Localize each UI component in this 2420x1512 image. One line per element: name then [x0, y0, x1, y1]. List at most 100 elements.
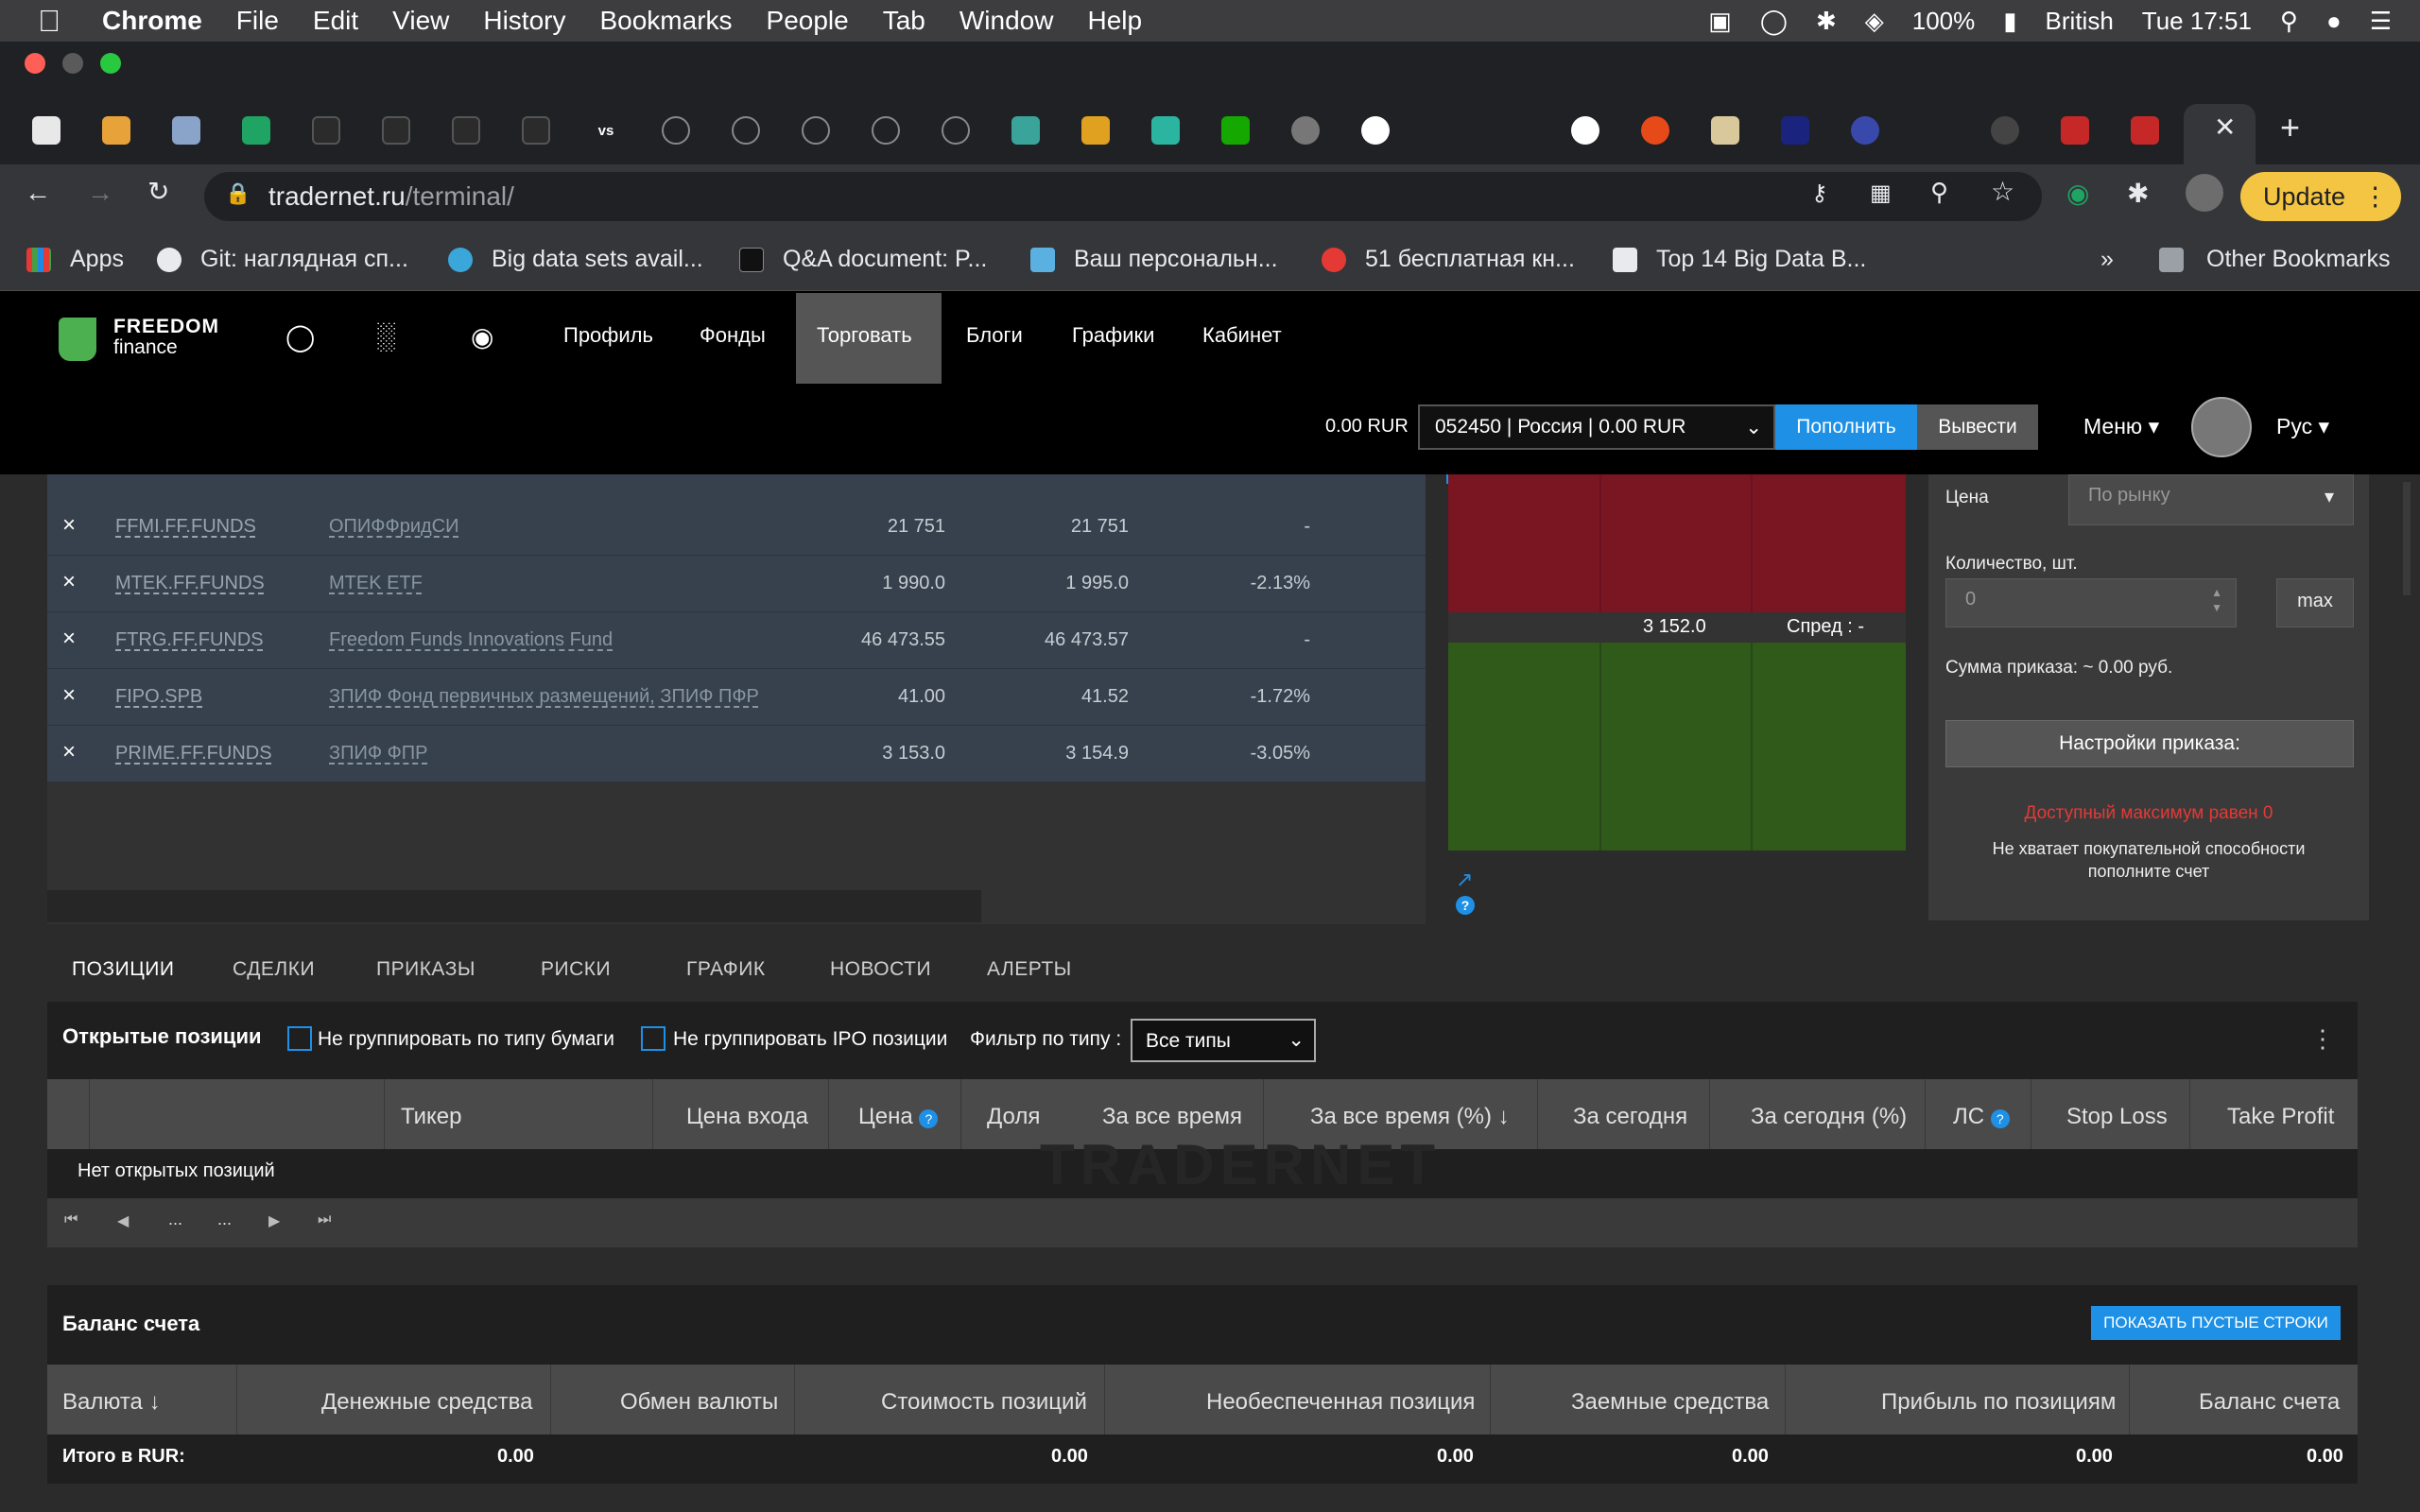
col-all-time-pct[interactable]: За все время (%) ↓	[1310, 1104, 1510, 1130]
p-tab-icon[interactable]	[1641, 116, 1669, 145]
col-price[interactable]: Цена ?	[858, 1104, 939, 1130]
col-borrowed[interactable]: Заемные средства	[1571, 1389, 1769, 1416]
menu-view[interactable]: View	[392, 6, 449, 36]
github-tab-icon[interactable]	[452, 116, 480, 145]
depth-buy-area[interactable]	[1448, 643, 1906, 850]
hg-tab-icon[interactable]	[1921, 116, 1949, 145]
seal-tab-icon[interactable]	[1851, 116, 1879, 145]
watchlist-row[interactable]: × PRIME.FF.FUNDS ЗПИФ ФПР 3 153.0 3 154.…	[47, 726, 1426, 782]
tab-positions[interactable]: ПОЗИЦИИ	[72, 958, 174, 981]
watchlist-row[interactable]: × FIPO.SPB ЗПИФ Фонд первичных размещени…	[47, 669, 1426, 726]
upwork-tab-icon[interactable]	[1221, 116, 1250, 145]
star-bookmark-icon[interactable]	[1030, 248, 1055, 272]
group-ipo-checkbox[interactable]	[641, 1026, 666, 1051]
circle-tab-icon[interactable]	[1991, 116, 2019, 145]
nav-funds[interactable]: Фонды	[700, 323, 766, 348]
close-tab-icon[interactable]: ✕	[2214, 112, 2236, 143]
more-options-icon[interactable]: ⋮	[2310, 1024, 2335, 1054]
remove-row-icon[interactable]: ×	[62, 739, 76, 765]
bookmark-books[interactable]: 51 бесплатная кн...	[1365, 246, 1575, 273]
bookmarks-overflow[interactable]: »	[2100, 246, 2114, 273]
globe-bookmark-icon[interactable]	[157, 248, 182, 272]
shield-tab-icon[interactable]	[1711, 116, 1739, 145]
tab-orders[interactable]: ПРИКАЗЫ	[376, 958, 475, 981]
withdraw-button[interactable]: Вывести	[1917, 404, 2038, 450]
max-button[interactable]: max	[2276, 578, 2354, 627]
remove-row-icon[interactable]: ×	[62, 682, 76, 709]
battery-icon[interactable]: ▮	[2003, 7, 2016, 36]
menu-history[interactable]: History	[483, 6, 565, 36]
order-settings-button[interactable]: Настройки приказа:	[1945, 720, 2354, 767]
col-balance[interactable]: Баланс счета	[2199, 1389, 2340, 1416]
input-source[interactable]: British	[2046, 7, 2114, 36]
col-today-pct[interactable]: За сегодня (%)	[1751, 1104, 1907, 1130]
w-bookmark-icon[interactable]	[739, 248, 764, 272]
group-by-type-label[interactable]: Не группировать по типу бумаги	[318, 1028, 614, 1051]
g-tab-icon[interactable]	[1431, 116, 1460, 145]
col-ticker[interactable]: Тикер	[401, 1104, 461, 1130]
nav-trade[interactable]: Торговать	[817, 323, 912, 348]
menu-dropdown[interactable]: Меню ▾	[2083, 414, 2159, 439]
chat-icon[interactable]: ◯	[285, 321, 315, 352]
openai-tab-icon[interactable]	[942, 116, 970, 145]
help-icon[interactable]: ?	[1456, 896, 1475, 915]
bookmark-qa[interactable]: Q&A document: P...	[783, 246, 987, 273]
nav-charts[interactable]: Графики	[1072, 323, 1154, 348]
watchlist-row[interactable]: × MTEK.FF.FUNDS MTEK ETF 1 990.0 1 995.0…	[47, 556, 1426, 612]
tab-risks[interactable]: РИСКИ	[541, 958, 611, 981]
watchlist-row[interactable]: × FFMI.FF.FUNDS ОПИФФридСИ 21 751 21 751…	[47, 499, 1426, 556]
hbr-tab-icon[interactable]	[2131, 116, 2159, 145]
openai-tab-icon[interactable]	[662, 116, 690, 145]
atom-bookmark-icon[interactable]	[448, 248, 473, 272]
box-tab-icon[interactable]	[102, 116, 130, 145]
menu-bookmarks[interactable]: Bookmarks	[599, 6, 732, 36]
col-today[interactable]: За сегодня	[1573, 1104, 1687, 1130]
logo-text[interactable]: FREEDOM	[113, 316, 219, 338]
page-scrollbar[interactable]	[2403, 482, 2411, 595]
reload-icon[interactable]: ↻	[147, 176, 169, 207]
display-icon[interactable]: ▣	[1708, 7, 1732, 36]
freedom-logo-icon[interactable]	[59, 318, 96, 361]
github-tab-icon[interactable]	[382, 116, 410, 145]
bookmark-personal[interactable]: Ваш персональн...	[1074, 246, 1278, 273]
col-currency[interactable]: Валюта ↓	[62, 1389, 161, 1416]
row-ticker[interactable]: FTRG.FF.FUNDS	[115, 629, 264, 651]
group-ipo-label[interactable]: Не группировать IPO позиции	[673, 1028, 947, 1051]
hbr-tab-icon[interactable]	[2061, 116, 2089, 145]
col-ls[interactable]: ЛС ?	[1953, 1104, 2010, 1130]
group-by-type-checkbox[interactable]	[287, 1026, 312, 1051]
nav-blogs[interactable]: Блоги	[966, 323, 1023, 348]
app-menu[interactable]: Chrome	[102, 6, 202, 36]
col-stop-loss[interactable]: Stop Loss	[2066, 1104, 2168, 1130]
doc-tab-icon[interactable]	[1081, 116, 1110, 145]
tab-alerts[interactable]: АЛЕРТЫ	[987, 958, 1072, 981]
clock[interactable]: Tue 17:51	[2142, 7, 2252, 36]
apps-grid-icon[interactable]	[26, 248, 51, 272]
sync-icon[interactable]: ◯	[1760, 7, 1788, 36]
col-all-time[interactable]: За все время	[1102, 1104, 1242, 1130]
site-tab-icon[interactable]	[1781, 116, 1809, 145]
back-icon[interactable]: ←	[25, 178, 51, 208]
drive-tab-icon[interactable]	[242, 116, 270, 145]
github-tab-icon[interactable]	[522, 116, 550, 145]
row-name[interactable]: ЗПИФ Фонд первичных размещений, ЗПИФ ПФР	[329, 686, 759, 708]
profile-avatar[interactable]	[2186, 174, 2223, 212]
star-icon[interactable]: ☆	[1991, 176, 2014, 207]
menu-help[interactable]: Help	[1087, 6, 1142, 36]
openai-tab-icon[interactable]	[732, 116, 760, 145]
bookmark-big-data[interactable]: Big data sets avail...	[492, 246, 703, 273]
row-name[interactable]: ОПИФФридСИ	[329, 516, 459, 538]
openai-tab-icon[interactable]	[872, 116, 900, 145]
type-filter-select[interactable]: Все типы ⌄	[1131, 1019, 1316, 1062]
language-dropdown[interactable]: Рус ▾	[2276, 414, 2329, 439]
menu-people[interactable]: People	[767, 6, 849, 36]
battery-percent[interactable]: 100%	[1912, 7, 1976, 36]
other-bookmarks[interactable]: Other Bookmarks	[2206, 246, 2391, 273]
forward-icon[interactable]: →	[87, 178, 113, 208]
tab-chart[interactable]: ГРАФИК	[686, 958, 766, 981]
bluetooth-icon[interactable]: ✱	[1816, 7, 1837, 36]
help-icon[interactable]: ?	[1990, 1109, 2010, 1128]
lock-icon[interactable]: 🔒	[225, 181, 251, 206]
row-name[interactable]: MTEK ETF	[329, 573, 423, 594]
menu-file[interactable]: File	[236, 6, 279, 36]
